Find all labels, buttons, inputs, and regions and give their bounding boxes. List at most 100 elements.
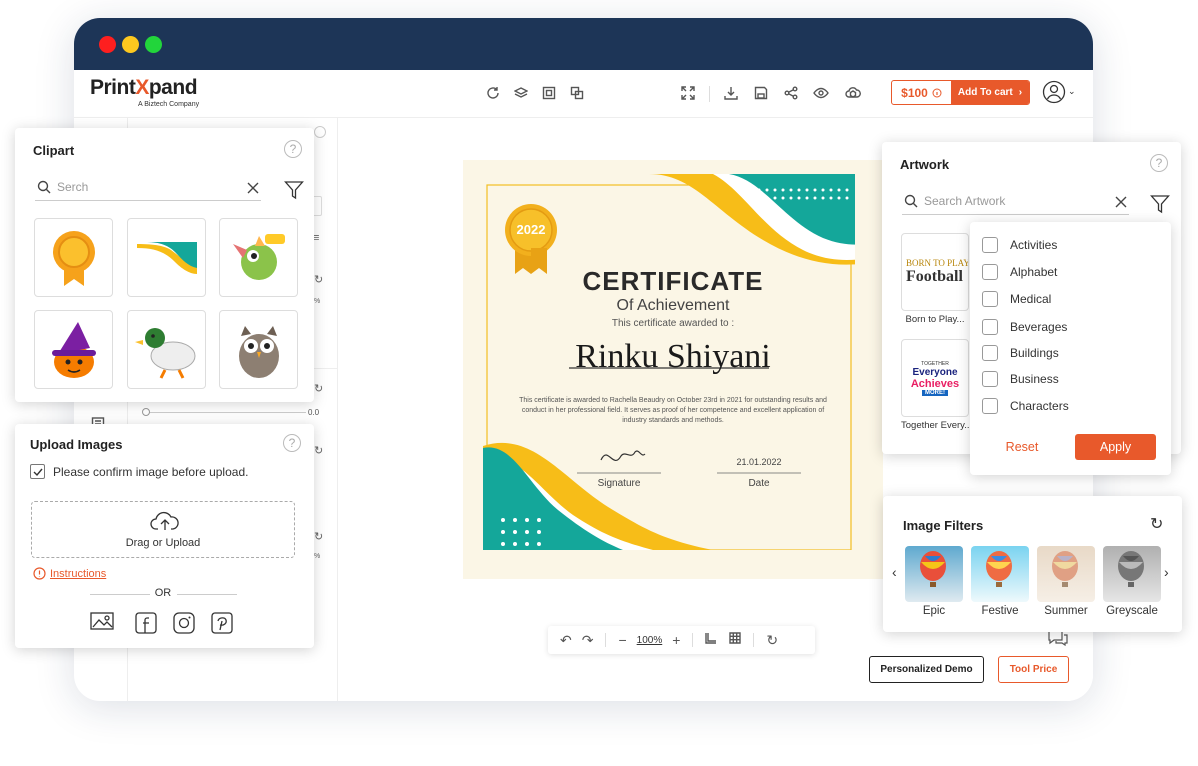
reset-icon[interactable]: ↻ (314, 382, 323, 395)
filter-option[interactable]: Medical (982, 291, 1051, 307)
personalized-demo-button[interactable]: Personalized Demo (869, 656, 984, 683)
recipient-name: Rinku Shiyani (575, 338, 771, 375)
checkbox (982, 345, 998, 361)
minimize-window-button[interactable] (122, 36, 139, 53)
canvas-controls: ↶ ↷ − 100% + ↻ (548, 626, 815, 654)
filter-option[interactable]: Activities (982, 237, 1057, 253)
reset-button[interactable]: Reset (984, 434, 1060, 460)
checkbox (982, 398, 998, 414)
artwork-item-together[interactable]: TOGETHER Everyone Achieves MORE! (901, 339, 969, 417)
date-label: Date (748, 478, 770, 489)
zoom-out-icon[interactable]: − (618, 632, 626, 648)
upload-images-panel: Upload Images ? Please confirm image bef… (15, 424, 314, 648)
layers-icon[interactable] (512, 84, 530, 102)
zoom-in-icon[interactable]: + (672, 632, 680, 648)
add-to-cart-label: Add To cart (957, 87, 1013, 98)
facebook-icon[interactable] (135, 612, 157, 634)
help-icon[interactable]: ? (283, 434, 301, 452)
confirm-checkbox[interactable] (30, 464, 45, 479)
refresh-icon[interactable] (484, 84, 502, 102)
instructions-link[interactable]: Instructions (33, 567, 106, 580)
slider-track[interactable] (146, 412, 306, 413)
reset-canvas-icon[interactable]: ↻ (766, 632, 778, 649)
maximize-window-button[interactable] (145, 36, 162, 53)
zoom-level[interactable]: 100% (637, 635, 663, 646)
clipart-item-pumpkin[interactable] (34, 310, 113, 389)
arrange-icon[interactable] (568, 84, 586, 102)
share-icon[interactable] (782, 84, 800, 102)
redo-icon[interactable]: ↷ (582, 632, 594, 649)
clear-icon (247, 182, 259, 194)
clipart-item-badge[interactable] (34, 218, 113, 297)
clipart-item-owl[interactable] (219, 310, 298, 389)
artwork-item-football[interactable]: BORN TO PLAY Football (901, 233, 969, 311)
chevron-right-icon[interactable]: › (1164, 564, 1169, 580)
date-value: 21.01.2022 (736, 457, 782, 467)
image-filters-title: Image Filters (903, 518, 984, 533)
upload-dropzone[interactable]: Drag or Upload (31, 501, 295, 558)
signature-label: Signature (597, 478, 641, 489)
certificate-design[interactable]: 2022 CERTIFICATE Of Achievement This cer… (463, 160, 883, 579)
tool-price-button[interactable]: Tool Price (998, 656, 1069, 683)
upload-title: Upload Images (30, 437, 123, 452)
filter-thumb-epic[interactable] (905, 546, 963, 602)
group-icon[interactable] (540, 84, 558, 102)
add-to-cart-button[interactable]: $100 Add To cart › (891, 80, 1030, 105)
filter-option[interactable]: Business (982, 371, 1059, 387)
apply-button[interactable]: Apply (1075, 434, 1156, 460)
close-window-button[interactable] (99, 36, 116, 53)
reset-icon[interactable]: ↻ (314, 530, 323, 543)
or-divider: OR (154, 587, 172, 599)
chevron-right-icon: › (1018, 87, 1023, 98)
clear-icon (1115, 196, 1127, 208)
pinterest-icon[interactable] (211, 612, 233, 634)
filter-thumb-greyscale[interactable] (1103, 546, 1161, 602)
checkbox (982, 237, 998, 253)
badge-year: 2022 (516, 222, 546, 237)
filter-thumb-festive[interactable] (971, 546, 1029, 602)
top-toolbar: PrintXpand A Biztech Company $100 Add To… (74, 70, 1093, 118)
filter-label: Epic (922, 605, 946, 617)
user-avatar-icon[interactable] (1042, 80, 1066, 104)
refresh-icon[interactable]: ↻ (1150, 514, 1163, 534)
category-filter-menu: Activities Alphabet Medical Beverages Bu… (970, 222, 1171, 475)
filter-option[interactable]: Beverages (982, 319, 1067, 335)
dropzone-label: Drag or Upload (125, 537, 201, 549)
clipart-item-dragon[interactable] (219, 218, 298, 297)
search-icon (37, 180, 51, 194)
slider-handle[interactable] (142, 408, 150, 416)
3d-view-icon[interactable] (844, 84, 862, 102)
logo: PrintXpand A Biztech Company (90, 76, 200, 108)
clipart-search-input[interactable]: Serch (35, 175, 261, 201)
certificate-subheading: Of Achievement (616, 297, 730, 314)
filter-option[interactable]: Alphabet (982, 264, 1057, 280)
chevron-left-icon[interactable]: ‹ (892, 564, 897, 580)
checkbox (982, 319, 998, 335)
help-icon[interactable]: ? (1150, 154, 1168, 172)
checkbox (982, 371, 998, 387)
filter-option[interactable]: Characters (982, 398, 1069, 414)
clipart-item-wave[interactable] (127, 218, 206, 297)
instagram-icon[interactable] (173, 612, 195, 634)
filter-thumb-summer[interactable] (1037, 546, 1095, 602)
filter-label: Festive (981, 605, 1019, 617)
help-icon[interactable]: ? (284, 140, 302, 158)
download-icon[interactable] (722, 84, 740, 102)
reset-icon[interactable]: ↻ (314, 444, 323, 457)
artwork-search-input[interactable]: Search Artwork (902, 189, 1129, 215)
filter-option[interactable]: Buildings (982, 345, 1059, 361)
gallery-icon[interactable] (90, 612, 118, 634)
save-icon[interactable] (752, 84, 770, 102)
filter-icon[interactable] (284, 180, 304, 200)
filter-icon[interactable] (1150, 194, 1170, 214)
undo-icon[interactable]: ↶ (560, 632, 572, 649)
grid-icon[interactable] (729, 631, 742, 649)
ruler-icon[interactable] (705, 631, 717, 649)
artwork-title: Artwork (900, 157, 950, 172)
reset-icon[interactable]: ↻ (314, 273, 323, 286)
fullscreen-icon[interactable] (679, 84, 697, 102)
preview-icon[interactable] (812, 84, 830, 102)
clipart-item-duck[interactable] (127, 310, 206, 389)
chevron-down-icon[interactable]: ⌄ (1068, 86, 1076, 97)
clipart-title: Clipart (33, 143, 75, 158)
